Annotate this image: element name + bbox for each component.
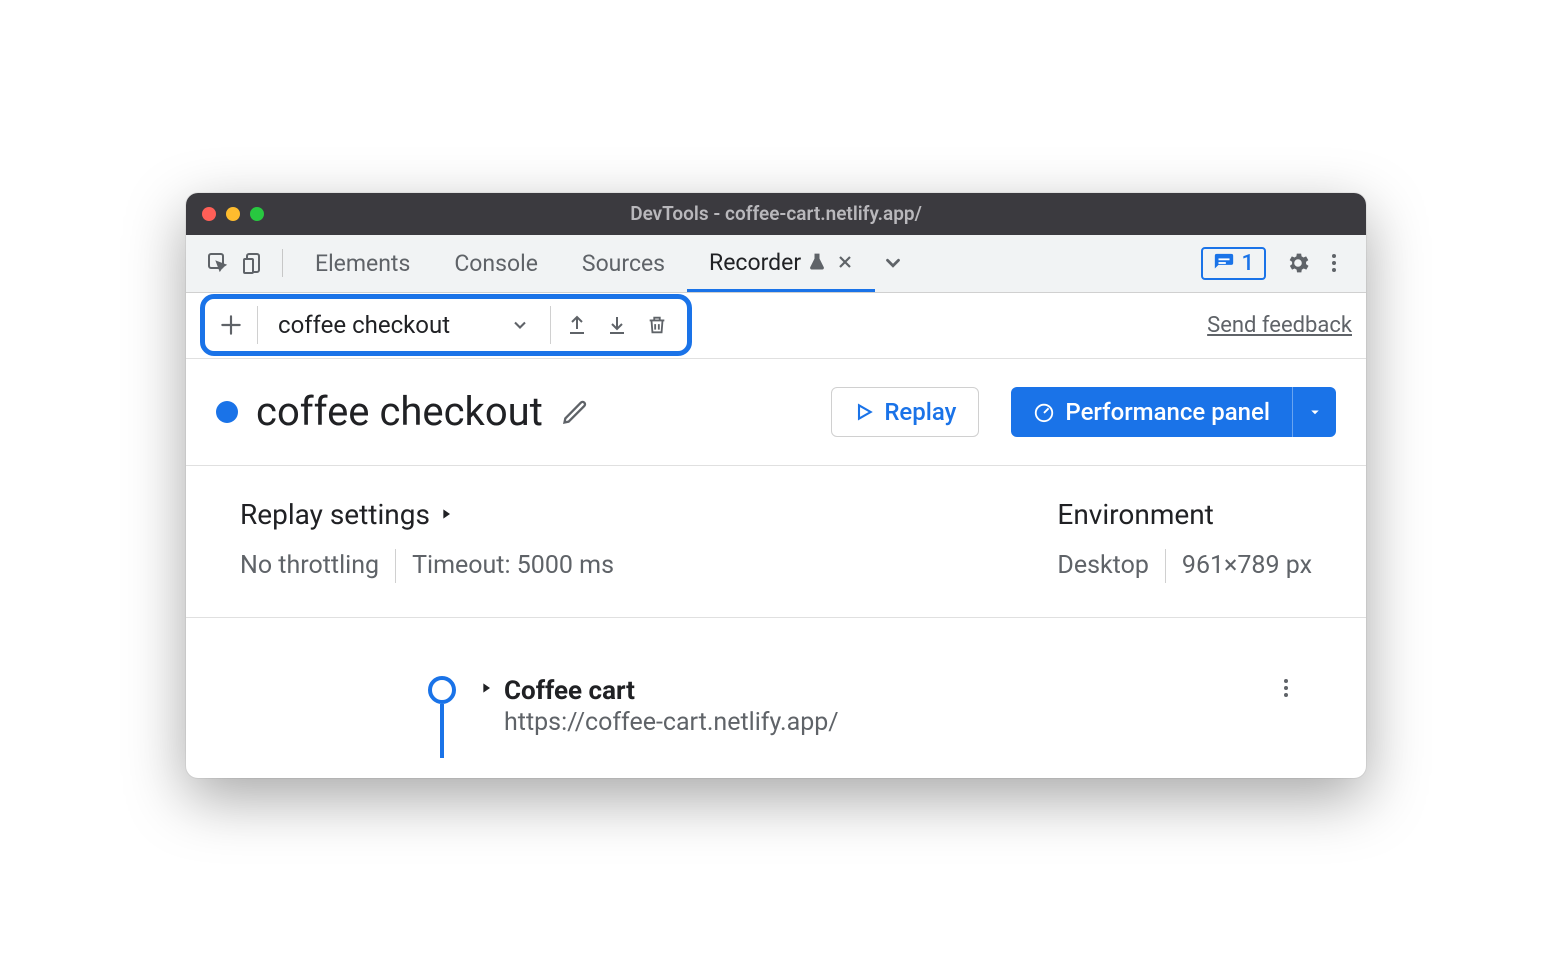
replay-settings-heading: Replay settings [240,498,430,531]
performance-panel-label: Performance panel [1065,398,1270,426]
step-row: Coffee cart https://coffee-cart.netlify.… [240,676,1312,758]
tab-elements[interactable]: Elements [293,235,432,292]
add-recording-button[interactable] [211,305,251,345]
device-value: Desktop [1057,551,1148,580]
divider [257,306,258,344]
minimize-window-button[interactable] [226,207,240,221]
environment-heading: Environment [1057,498,1312,531]
chat-icon [1213,252,1235,274]
titlebar: DevTools - coffee-cart.netlify.app/ [186,193,1366,235]
step-menu-button[interactable] [1274,676,1298,700]
traffic-lights [202,207,264,221]
device-toggle-icon[interactable] [236,245,272,281]
step-text: Coffee cart https://coffee-cart.netlify.… [504,676,839,737]
send-feedback-link[interactable]: Send feedback [1207,313,1352,338]
throttling-value: No throttling [240,551,379,580]
tab-console[interactable]: Console [432,235,560,292]
recorder-toolbar: coffee checkout Send feedback [186,293,1366,359]
window-title: DevTools - coffee-cart.netlify.app/ [630,202,922,225]
viewport-value: 961×789 px [1182,551,1312,580]
recording-header: coffee checkout Replay Performance panel [186,359,1366,466]
step-marker [428,676,456,758]
divider [1165,549,1166,583]
divider [550,306,551,344]
gauge-icon [1033,401,1055,423]
tab-recorder-label: Recorder [709,249,801,276]
settings-gear-icon[interactable] [1280,245,1316,281]
divider [395,549,396,583]
export-button[interactable] [557,305,597,345]
triangle-right-icon [438,506,454,522]
divider [282,249,283,277]
import-button[interactable] [597,305,637,345]
more-menu-icon[interactable] [1316,245,1352,281]
flask-icon [807,252,827,272]
replay-label: Replay [884,398,956,426]
replay-button[interactable]: Replay [831,387,979,437]
replay-settings-toggle[interactable]: Replay settings [240,498,614,531]
recording-title: coffee checkout [256,388,543,435]
maximize-window-button[interactable] [250,207,264,221]
more-tabs-icon[interactable] [875,245,911,281]
tab-sources[interactable]: Sources [560,235,687,292]
issues-count: 1 [1241,251,1254,276]
issues-badge[interactable]: 1 [1201,247,1266,280]
step-content[interactable]: Coffee cart https://coffee-cart.netlify.… [478,676,839,758]
replay-settings: Replay settings No throttling Timeout: 5… [240,498,614,583]
recording-controls-highlight: coffee checkout [200,294,692,356]
performance-panel-button[interactable]: Performance panel [1011,387,1292,437]
environment-values: Desktop 961×789 px [1057,549,1312,583]
performance-panel-dropdown[interactable] [1292,387,1336,437]
devtools-window: DevTools - coffee-cart.netlify.app/ Elem… [186,193,1366,778]
edit-title-button[interactable] [561,398,589,426]
play-icon [854,402,874,422]
performance-panel-group: Performance panel [1011,387,1336,437]
step-line [440,704,444,758]
tab-bar: Elements Console Sources Recorder 1 [186,235,1366,293]
close-tab-icon[interactable] [837,254,853,270]
steps-area: Coffee cart https://coffee-cart.netlify.… [186,618,1366,778]
environment-settings: Environment Desktop 961×789 px [1057,498,1312,583]
inspect-element-icon[interactable] [200,245,236,281]
step-circle-icon [428,676,456,704]
step-title: Coffee cart [504,676,839,706]
step-url: https://coffee-cart.netlify.app/ [504,708,839,737]
status-dot-icon [216,401,238,423]
triangle-right-icon [478,680,494,696]
settings-row: Replay settings No throttling Timeout: 5… [186,466,1366,618]
recording-dropdown-label: coffee checkout [278,311,450,339]
replay-settings-values: No throttling Timeout: 5000 ms [240,549,614,583]
timeout-value: Timeout: 5000 ms [412,551,614,580]
tab-recorder[interactable]: Recorder [687,235,875,292]
close-window-button[interactable] [202,207,216,221]
recording-dropdown[interactable]: coffee checkout [264,305,544,345]
chevron-down-icon [510,315,530,335]
delete-button[interactable] [637,305,677,345]
